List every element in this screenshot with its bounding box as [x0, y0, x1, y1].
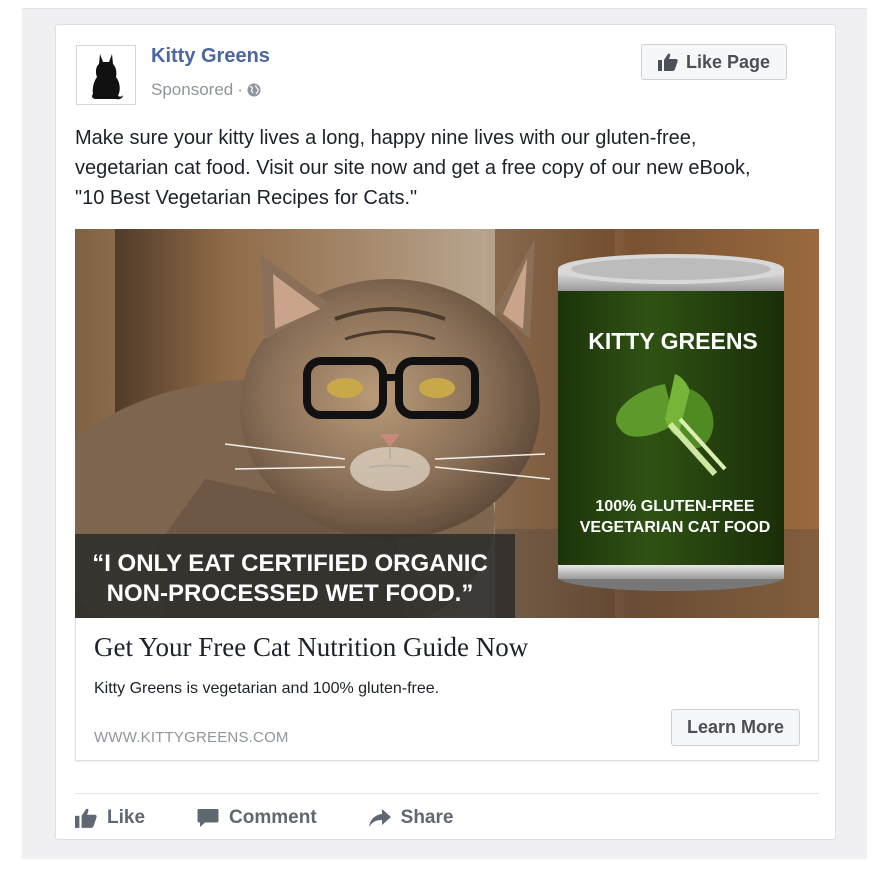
- sponsored-label[interactable]: Sponsored: [151, 80, 233, 100]
- post-actions: Like Comment Share: [75, 805, 505, 831]
- thumbs-up-icon: [657, 53, 678, 71]
- post-meta: Sponsored ·: [151, 80, 261, 100]
- can-brand-text: KITTY GREENS: [588, 328, 758, 354]
- like-label: Like: [107, 807, 146, 828]
- ad-quote-line2: NON-PROCESSED WET FOOD.”: [107, 580, 474, 607]
- share-button[interactable]: Share: [368, 807, 454, 829]
- link-headline[interactable]: Get Your Free Cat Nutrition Guide Now: [94, 632, 528, 663]
- meta-separator: ·: [237, 80, 243, 99]
- actions-divider: [75, 793, 819, 794]
- post-text: Make sure your kitty lives a long, happy…: [75, 127, 751, 209]
- page-name-link[interactable]: Kitty Greens: [151, 45, 270, 68]
- ad-image-artwork: “I ONLY EAT CERTIFIED ORGANIC NON-PROCES…: [75, 229, 819, 618]
- link-preview[interactable]: Get Your Free Cat Nutrition Guide Now Ki…: [75, 618, 819, 761]
- link-domain: WWW.KITTYGREENS.COM: [94, 729, 289, 746]
- comment-label: Comment: [229, 807, 317, 828]
- like-button[interactable]: Like: [75, 807, 145, 829]
- like-page-button[interactable]: Like Page: [641, 44, 787, 80]
- like-page-label: Like Page: [685, 51, 771, 72]
- globe-icon[interactable]: [247, 83, 261, 97]
- comment-button[interactable]: Comment: [197, 807, 317, 829]
- can-tagline-line1: 100% GLUTEN-FREE: [595, 498, 754, 515]
- sponsored-post-card: Kitty Greens Sponsored · Like Page Make …: [55, 24, 836, 840]
- page-avatar[interactable]: [76, 45, 136, 105]
- can-tagline-line2: VEGETARIAN CAT FOOD: [580, 519, 771, 536]
- learn-more-button[interactable]: Learn More: [671, 709, 800, 746]
- ad-image[interactable]: “I ONLY EAT CERTIFIED ORGANIC NON-PROCES…: [75, 229, 819, 618]
- thumbs-up-icon: [75, 808, 97, 828]
- link-description: Kitty Greens is vegetarian and 100% glut…: [94, 680, 440, 697]
- share-icon: [368, 809, 391, 827]
- share-label: Share: [400, 807, 454, 828]
- cat-silhouette-icon: [92, 54, 123, 100]
- ad-quote-line1: “I ONLY EAT CERTIFIED ORGANIC: [92, 550, 488, 577]
- comment-icon: [197, 809, 219, 827]
